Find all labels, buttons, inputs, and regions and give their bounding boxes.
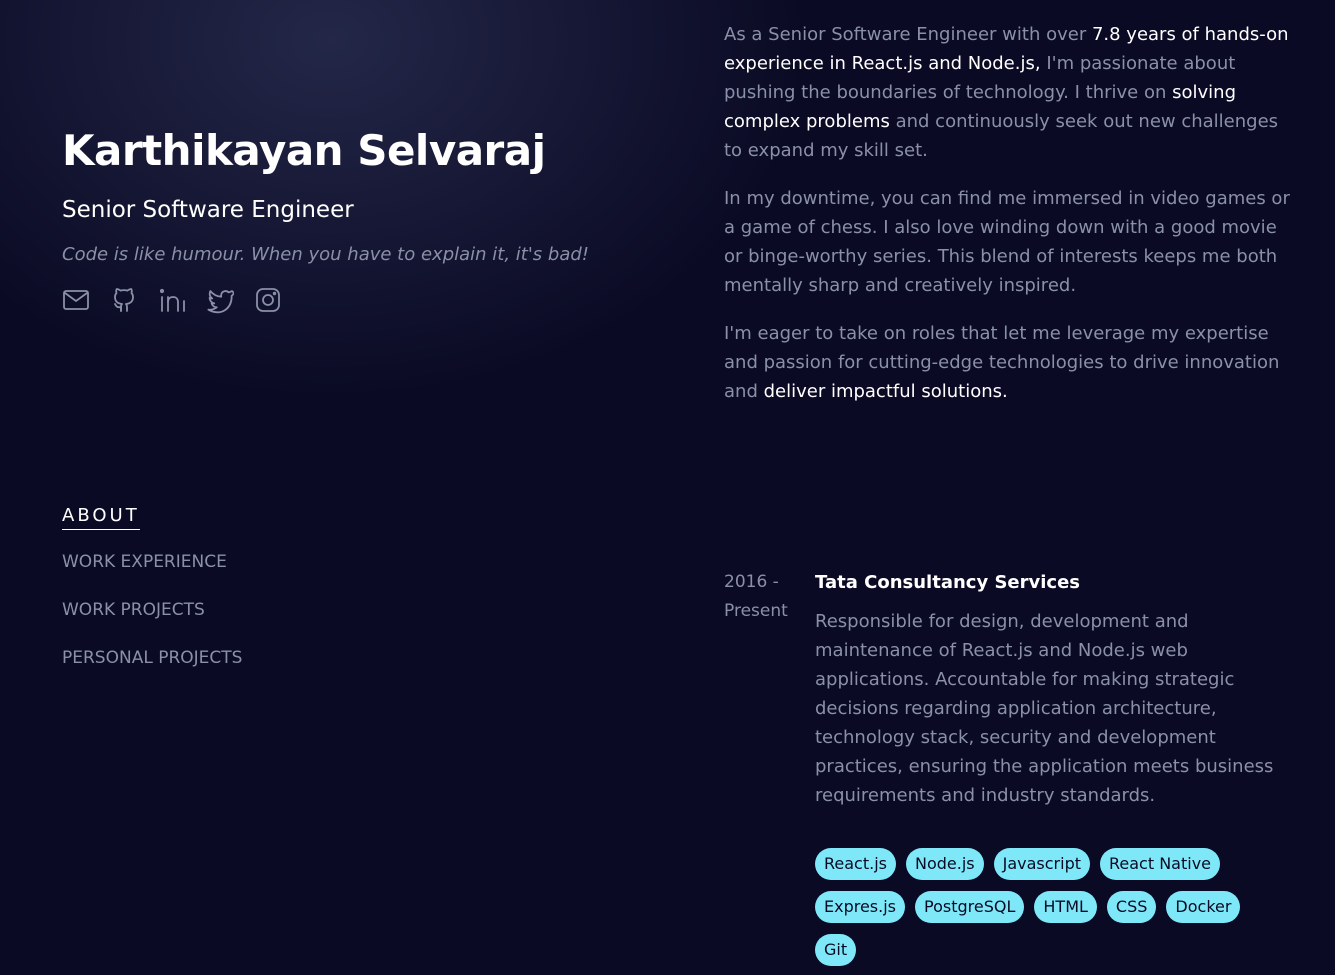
about-paragraph-3: I'm eager to take on roles that let me l… [724,319,1290,406]
linkedin-icon[interactable] [158,286,186,314]
nav-work-projects[interactable]: WORK PROJECTS [62,600,205,621]
twitter-icon[interactable] [206,286,235,314]
about-text: As a Senior Software Engineer with over [724,24,1092,45]
tech-tag: HTML [1034,891,1097,923]
experience-tags: React.js Node.js Javascript React Native Exp… [815,848,1285,966]
instagram-icon[interactable] [254,286,282,314]
social-links [62,286,282,314]
about-highlight: deliver impactful solutions. [763,381,1008,402]
tech-tag: Expres.js [815,891,906,923]
about-paragraph-2: In my downtime, you can find me immersed… [724,188,1290,296]
about-section: As a Senior Software Engineer with over … [724,20,1290,425]
experience-body: Tata Consultancy Services Responsible fo… [815,568,1285,966]
tech-tag: Docker [1166,891,1241,923]
tech-tag: Node.js [905,848,984,880]
tech-tag: React Native [1100,848,1221,880]
tech-tag: Javascript [993,848,1090,880]
profile-name: Karthikayan Selvaraj [62,126,546,175]
section-nav: ABOUT WORK EXPERIENCE WORK PROJECTS PERS… [62,505,242,696]
tech-tag: React.js [815,848,896,880]
tech-tag: CSS [1106,891,1157,923]
profile-quote: Code is like humour. When you have to ex… [62,244,589,265]
nav-about[interactable]: ABOUT [62,505,140,530]
profile-role: Senior Software Engineer [62,197,354,223]
nav-work-experience[interactable]: WORK EXPERIENCE [62,552,227,573]
tech-tag: Git [815,934,857,966]
mail-icon[interactable] [62,286,90,314]
experience-description: Responsible for design, development and … [815,611,1274,806]
experience-company[interactable]: Tata Consultancy Services [815,568,1285,597]
tech-tag: PostgreSQL [915,891,1025,923]
github-icon[interactable] [110,286,138,314]
about-paragraph-1: As a Senior Software Engineer with over … [724,20,1290,165]
experience-date: 2016 - Present [724,572,788,621]
nav-personal-projects[interactable]: PERSONAL PROJECTS [62,648,242,669]
